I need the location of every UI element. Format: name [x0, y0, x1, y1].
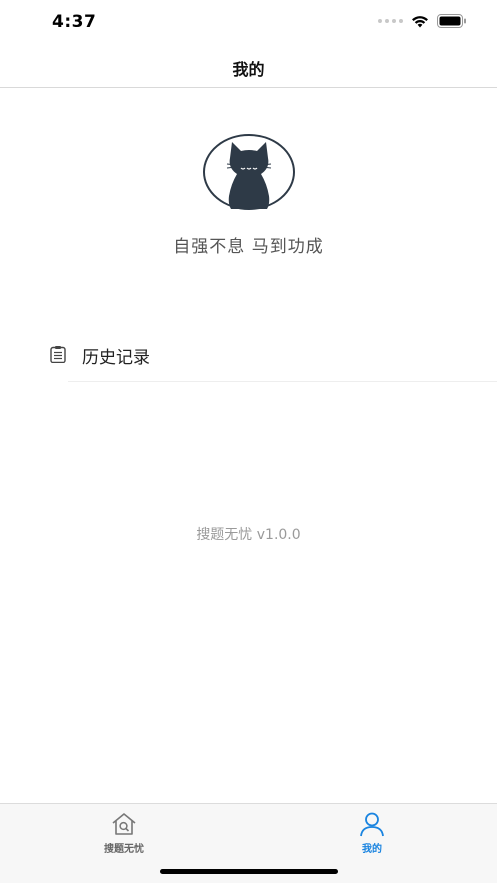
person-icon	[360, 812, 384, 837]
tab-label: 我的	[362, 844, 382, 855]
house-search-icon	[112, 813, 136, 835]
status-indicators	[378, 14, 467, 28]
divider	[68, 381, 497, 382]
status-bar: 4:37	[0, 0, 497, 46]
navigation-bar: 我的	[0, 46, 497, 88]
wifi-icon	[412, 15, 428, 27]
clipboard-list-icon	[50, 346, 66, 363]
profile-motto: 自强不息 马到功成	[173, 237, 324, 257]
tab-label: 搜题无忧	[104, 844, 144, 855]
cellular-signal-icon	[378, 19, 403, 23]
menu-item-label: 历史记录	[82, 348, 150, 368]
profile-section: 自强不息 马到功成	[0, 134, 497, 257]
battery-icon	[437, 14, 466, 28]
app-version: 搜题无忧 v1.0.0	[196, 527, 301, 543]
tab-mine[interactable]: 我的	[312, 810, 432, 855]
menu-item-history[interactable]: 历史记录	[0, 326, 497, 382]
page-title: 我的	[232, 60, 265, 79]
home-indicator[interactable]	[160, 869, 338, 874]
black-cat-icon[interactable]	[202, 134, 295, 210]
status-time: 4:37	[52, 12, 97, 32]
tab-search[interactable]: 搜题无忧	[64, 810, 184, 855]
